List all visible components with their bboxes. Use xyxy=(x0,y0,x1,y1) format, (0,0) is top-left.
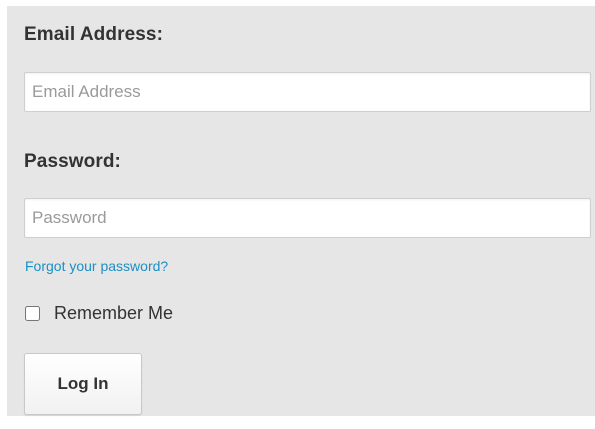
password-input[interactable] xyxy=(24,198,591,238)
email-input[interactable] xyxy=(24,72,591,112)
forgot-password-link[interactable]: Forgot your password? xyxy=(25,258,168,274)
remember-me-checkbox[interactable] xyxy=(25,306,40,321)
remember-me-label: Remember Me xyxy=(54,303,174,323)
password-label: Password: xyxy=(24,151,121,172)
log-in-button[interactable]: Log In xyxy=(24,353,142,415)
email-label: Email Address: xyxy=(24,24,164,45)
login-form-panel: Email Address: Password: Forgot your pas… xyxy=(7,6,595,416)
remember-me-row: Remember Me xyxy=(25,303,173,324)
